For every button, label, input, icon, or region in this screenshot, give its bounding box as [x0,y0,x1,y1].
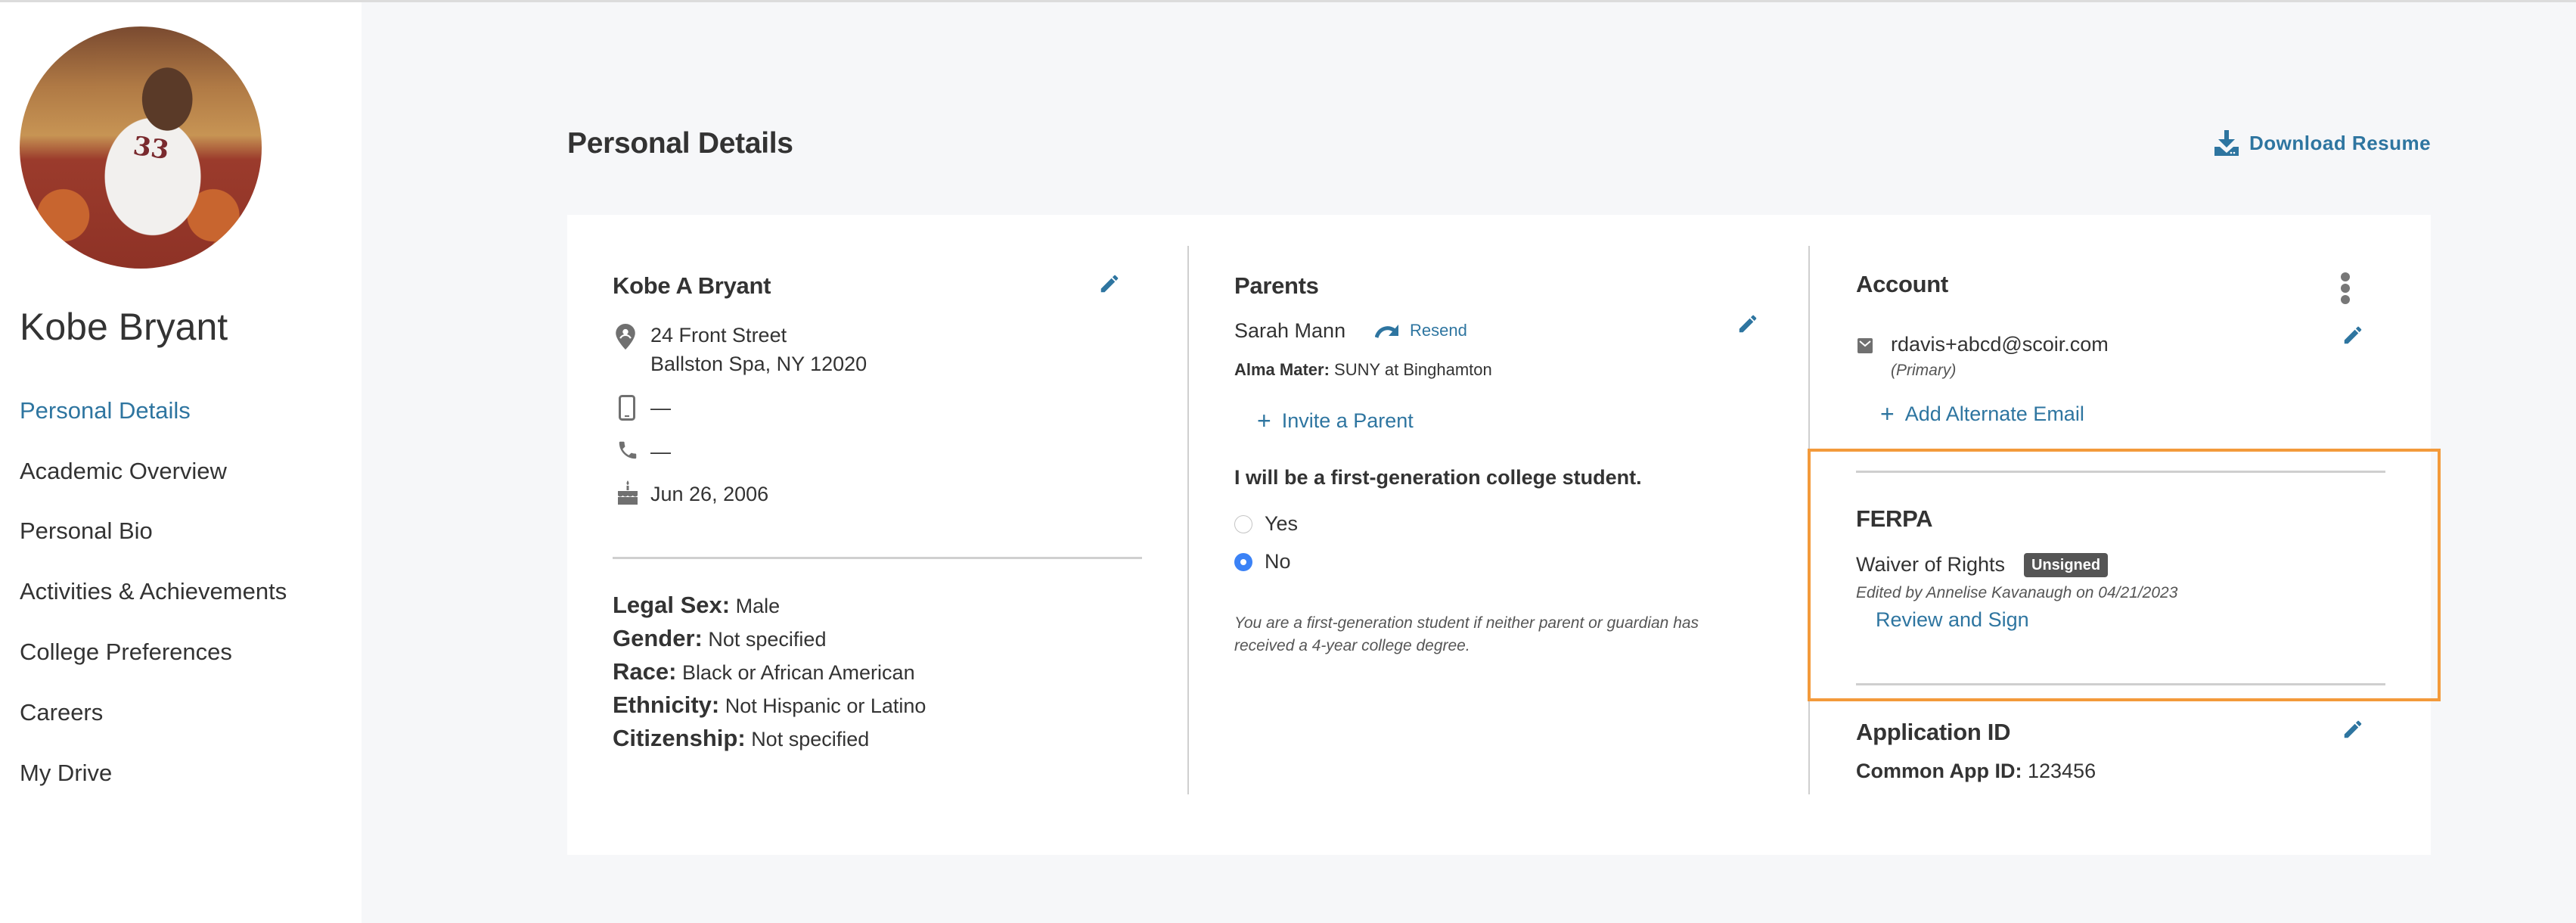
sidebar-item-personal-bio[interactable]: Personal Bio [20,517,153,545]
top-border [0,0,2576,2]
alma-mater-label: Alma Mater: [1234,360,1330,379]
personal-details-card [567,215,2431,855]
gender-value: Not specified [708,628,827,651]
student-name: Kobe Bryant [20,306,228,348]
sidebar-item-careers[interactable]: Careers [20,699,103,726]
download-icon [2214,130,2239,156]
gender-label: Gender: [613,625,703,651]
status-badge: Unsigned [2024,553,2109,577]
add-alternate-email-label: Add Alternate Email [1904,402,2084,425]
address-line-2: Ballston Spa, NY 12020 [650,353,867,375]
first-gen-option-no[interactable]: No [1234,550,1291,573]
phone-icon [619,441,637,459]
review-and-sign-link[interactable]: Review and Sign [1876,608,2029,632]
first-gen-footnote-line-2: received a 4-year college degree. [1234,637,1470,654]
ferpa-bottom-divider [1856,683,2385,685]
race-value: Black or African American [681,661,915,684]
ferpa-document-name: Waiver of Rights [1856,553,2006,576]
legal-sex-value: Male [735,595,781,617]
account-more-options-icon[interactable] [2339,272,2352,304]
ethnicity-label: Ethnicity: [613,691,720,718]
plus-icon: + [1257,407,1271,434]
application-id-heading: Application ID [1856,719,2011,745]
resend-label: Resend [1410,321,1467,340]
alma-mater-row: Alma Mater: SUNY at Binghamton [1234,360,1492,380]
add-alternate-email-button[interactable]: + Add Alternate Email [1880,402,2084,426]
primary-email-note: (Primary) [1891,362,1957,379]
edit-email-pencil-icon[interactable] [2342,324,2364,347]
radio-yes[interactable] [1234,514,1252,533]
citizenship-row: Citizenship: Not specified [613,725,869,752]
sidebar-item-college-preferences[interactable]: College Preferences [20,639,232,666]
gender-row: Gender: Not specified [613,625,826,652]
ferpa-edited-note: Edited by Annelise Kavanaugh on 04/21/20… [1856,584,2178,601]
phone-value: — [650,440,671,463]
mobile-phone-value: — [650,396,671,419]
common-app-id-value: 123456 [2027,760,2096,782]
sidebar: 33 Kobe Bryant Personal Details Academic… [0,2,362,923]
invite-parent-button[interactable]: + Invite a Parent [1257,409,1414,433]
birthday-value: Jun 26, 2006 [650,483,769,505]
birthday-cake-icon [618,480,638,505]
edit-profile-pencil-icon[interactable] [1098,272,1121,295]
download-resume-button[interactable]: Download Resume [2214,130,2431,156]
ferpa-top-divider [1856,471,2385,473]
avatar-jersey-number: 33 [131,130,172,166]
radio-no-label: No [1265,550,1291,573]
ferpa-heading: FERPA [1856,505,1933,532]
address-line-1: 24 Front Street [650,324,787,347]
radio-yes-label: Yes [1265,512,1299,535]
first-gen-question: I will be a first-generation college stu… [1234,466,1642,489]
alma-mater-value: SUNY at Binghamton [1334,360,1492,379]
sidebar-item-my-drive[interactable]: My Drive [20,760,112,787]
ethnicity-value: Not Hispanic or Latino [725,695,926,717]
download-resume-label: Download Resume [2249,131,2432,154]
location-pin-icon [616,324,635,350]
parent-name: Sarah Mann [1234,319,1346,342]
primary-email: rdavis+abcd@scoir.com [1891,333,2109,356]
plus-icon: + [1880,400,1895,427]
first-gen-footnote-line-1: You are a first-generation student if ne… [1234,614,1699,632]
account-heading: Account [1856,271,1948,297]
ethnicity-row: Ethnicity: Not Hispanic or Latino [613,691,926,719]
citizenship-label: Citizenship: [613,725,746,751]
race-label: Race: [613,658,677,685]
first-gen-option-yes[interactable]: Yes [1234,512,1298,536]
avatar: 33 [20,26,262,269]
legal-sex-label: Legal Sex: [613,592,731,618]
invite-parent-label: Invite a Parent [1281,409,1414,432]
parents-heading: Parents [1234,272,1319,299]
sidebar-item-activities-achievements[interactable]: Activities & Achievements [20,578,287,605]
edit-application-id-pencil-icon[interactable] [2342,718,2364,741]
radio-no-selected[interactable] [1234,552,1252,571]
column-divider [1187,246,1189,794]
mobile-phone-icon [619,395,635,421]
resend-invite-button[interactable]: Resend [1375,321,1467,340]
common-app-id-label: Common App ID: [1856,760,2022,782]
common-app-id-row: Common App ID: 123456 [1856,760,2096,783]
sidebar-item-personal-details[interactable]: Personal Details [20,397,191,424]
citizenship-value: Not specified [751,728,870,751]
redo-arrow-icon [1375,325,1398,338]
email-envelope-icon [1858,338,1873,353]
legal-sex-row: Legal Sex: Male [613,592,780,619]
race-row: Race: Black or African American [613,658,915,685]
column-divider [1808,246,1810,794]
page-title: Personal Details [567,127,793,160]
profile-divider [613,557,1142,559]
edit-parent-pencil-icon[interactable] [1736,312,1759,335]
profile-name-heading: Kobe A Bryant [613,272,771,299]
sidebar-item-academic-overview[interactable]: Academic Overview [20,458,227,485]
